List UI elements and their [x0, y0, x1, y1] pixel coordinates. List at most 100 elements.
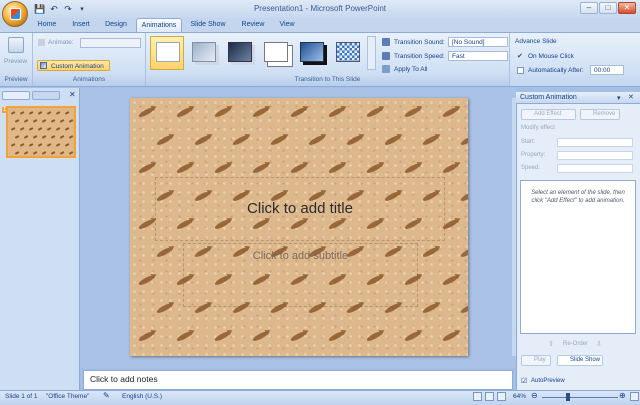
thumbnail-fish: [19, 127, 25, 131]
zoom-level[interactable]: 64%: [513, 393, 526, 400]
preview-button[interactable]: Preview: [4, 58, 27, 65]
redo-icon[interactable]: ↷: [62, 3, 74, 15]
play-button[interactable]: Play: [521, 355, 551, 366]
subtitle-placeholder[interactable]: Click to add subtitle: [183, 243, 418, 307]
auto-after-input[interactable]: 00:00: [590, 65, 624, 75]
undo-icon[interactable]: ↶: [48, 3, 60, 15]
thumbnail-fish: [55, 143, 61, 147]
thumbnail-fish: [68, 119, 74, 123]
transition-sound-dropdown[interactable]: [No Sound]: [448, 37, 508, 47]
fossil-fish: [459, 302, 468, 315]
save-icon[interactable]: 💾: [34, 3, 46, 15]
custom-animation-header: Custom Animation: [516, 92, 640, 104]
slide-thumbnail[interactable]: [6, 106, 76, 158]
animation-list[interactable]: Select an element of the slide, then cli…: [520, 180, 636, 334]
animate-dropdown[interactable]: [80, 38, 141, 48]
zoom-out-icon[interactable]: ⊖: [531, 391, 538, 400]
tab-review[interactable]: Review: [236, 18, 270, 32]
zoom-in-icon[interactable]: ⊕: [619, 391, 626, 400]
property-dropdown[interactable]: [557, 151, 633, 160]
slide-show-button[interactable]: Slide Show: [557, 355, 603, 366]
fossil-fish: [193, 134, 211, 147]
transition-none-item[interactable]: [150, 36, 184, 70]
fossil-fish: [155, 134, 173, 147]
title-placeholder[interactable]: Click to add title: [155, 177, 445, 241]
thumbnail-fish: [23, 119, 29, 123]
thumbnail-fish: [59, 135, 65, 139]
fossil-fish: [289, 330, 307, 343]
auto-after-checkbox[interactable]: [517, 67, 524, 74]
tab-view[interactable]: View: [274, 18, 300, 32]
preview-icon[interactable]: [8, 37, 24, 53]
gallery-scroll[interactable]: [367, 36, 376, 70]
transition-cut-item[interactable]: [258, 36, 292, 70]
remove-button[interactable]: Remove: [580, 109, 620, 120]
fossil-fish: [327, 330, 345, 343]
animation-hint: Select an element of the slide, then cli…: [531, 190, 625, 204]
on-mouse-click-label: On Mouse Click: [528, 53, 574, 60]
thumbnail-fish: [68, 151, 74, 155]
normal-view-icon[interactable]: [473, 392, 482, 401]
thumbnail-fish: [32, 119, 38, 123]
reorder-down-icon[interactable]: ⇩: [596, 340, 602, 348]
slide-sorter-icon[interactable]: [485, 392, 494, 401]
fossil-fish: [231, 134, 249, 147]
spell-check-icon[interactable]: ✎: [103, 391, 110, 400]
close-button[interactable]: ✕: [618, 2, 636, 14]
fossil-fish: [251, 330, 269, 343]
outline-tab[interactable]: [32, 91, 60, 100]
speed-icon: [382, 52, 390, 60]
pane-close-icon[interactable]: ✕: [628, 93, 634, 101]
fossil-fish: [175, 162, 193, 175]
tab-animations[interactable]: Animations: [136, 18, 182, 32]
zoom-slider-thumb[interactable]: [566, 393, 570, 401]
custom-animation-button[interactable]: Custom Animation: [37, 60, 110, 71]
fit-to-window-icon[interactable]: [630, 392, 639, 401]
tab-insert[interactable]: Insert: [66, 18, 96, 32]
tab-home[interactable]: Home: [32, 18, 62, 32]
thumbnail-fish: [64, 111, 70, 115]
maximize-button[interactable]: □: [599, 2, 617, 14]
tab-slide-show[interactable]: Slide Show: [186, 18, 230, 32]
zoom-slider[interactable]: [542, 397, 618, 398]
fossil-fish: [459, 134, 468, 147]
fossil-fish: [403, 330, 421, 343]
transition-dissolve-item[interactable]: [330, 36, 364, 70]
speed-dropdown[interactable]: [557, 164, 633, 173]
transition-cut-black-item[interactable]: [294, 36, 328, 70]
fossil-fish: [459, 190, 468, 203]
pane-menu-icon[interactable]: ▾: [617, 94, 621, 102]
reorder-up-icon[interactable]: ⇧: [548, 340, 554, 348]
theme-name[interactable]: "Office Theme": [46, 393, 89, 400]
start-dropdown[interactable]: [557, 138, 633, 147]
autopreview-checkbox[interactable]: ☑: [521, 377, 527, 385]
thumbnail-fish: [68, 135, 74, 139]
slides-tab[interactable]: [2, 91, 30, 100]
office-button[interactable]: [2, 1, 28, 27]
on-mouse-click-checkbox[interactable]: ✔: [517, 52, 523, 60]
transition-speed-dropdown[interactable]: Fast: [448, 51, 508, 61]
title-placeholder-text: Click to add title: [247, 200, 353, 217]
transition-fade-black-item[interactable]: [222, 36, 256, 70]
language[interactable]: English (U.S.): [122, 393, 162, 400]
transition-group-label: Transition to This Slide: [146, 76, 509, 86]
add-effect-button[interactable]: Add Effect: [521, 109, 576, 120]
fossil-fish: [459, 246, 468, 259]
thumbnail-fish: [28, 127, 34, 131]
fossil-fish: [251, 162, 269, 175]
property-label: Property:: [521, 152, 546, 158]
preview-group: Preview Preview: [0, 33, 33, 86]
minimize-button[interactable]: –: [580, 2, 598, 14]
notes-pane[interactable]: Click to add notes: [83, 370, 513, 390]
tab-design[interactable]: Design: [100, 18, 132, 32]
thumbnail-fish: [46, 143, 52, 147]
fossil-fish: [289, 162, 307, 175]
apply-to-all-button[interactable]: Apply To All: [394, 66, 427, 73]
fossil-fish: [327, 106, 345, 119]
thumbnail-fish: [59, 119, 65, 123]
customize-qat-icon[interactable]: ▾: [76, 3, 88, 15]
slide-show-view-icon[interactable]: [497, 392, 506, 401]
apply-to-all-icon: [382, 65, 390, 73]
transition-fade-item[interactable]: [186, 36, 220, 70]
close-pane-icon[interactable]: ✕: [69, 90, 76, 99]
